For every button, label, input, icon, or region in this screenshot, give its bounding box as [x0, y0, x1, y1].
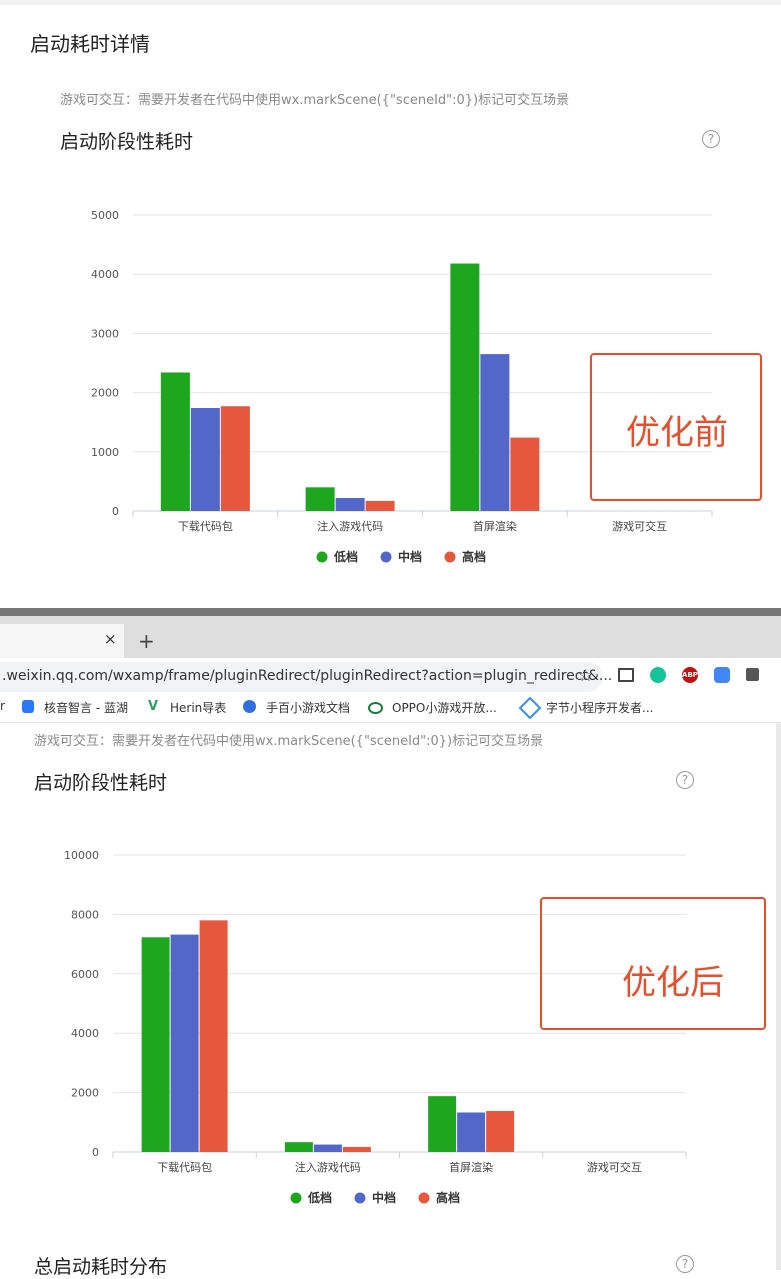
help-icon[interactable]: ? — [702, 130, 720, 148]
vue-icon: V — [148, 699, 159, 714]
section-title-2: 启动阶段性耗时 — [34, 772, 168, 794]
x-tick-label: 下载代码包 — [157, 1161, 212, 1174]
bookmark-partial[interactable]: r — [0, 699, 5, 713]
x-tick-label: 注入游戏代码 — [295, 1160, 361, 1174]
interactive-hint: 游戏可交互：需要开发者在代码中使用wx.markScene({"sceneId"… — [60, 93, 570, 108]
interactive-hint-2: 游戏可交互：需要开发者在代码中使用wx.markScene({"sceneId"… — [34, 734, 544, 749]
x-tick-label: 首屏渲染 — [473, 519, 517, 533]
next-section-title: 总启动耗时分布 — [34, 1256, 168, 1278]
top-border — [0, 0, 781, 5]
bookmark-lanhu[interactable]: 核音智言 - 蓝湖 — [44, 699, 128, 716]
puzzle-icon[interactable] — [746, 668, 759, 681]
bar — [342, 1146, 371, 1152]
url-text: .weixin.qq.com/wxamp/frame/pluginRedirec… — [2, 668, 613, 684]
bar — [305, 487, 335, 511]
legend-marker — [290, 1192, 302, 1204]
x-tick-label: 注入游戏代码 — [317, 519, 383, 533]
bar — [428, 1096, 457, 1152]
bar — [284, 1142, 313, 1152]
bookmark-herin[interactable]: Herin导表 — [170, 699, 226, 716]
bar — [486, 1111, 515, 1152]
y-tick-label: 1000 — [91, 446, 119, 459]
bar — [335, 497, 365, 511]
bar — [199, 920, 228, 1152]
x-tick-label: 下载代码包 — [178, 520, 233, 533]
y-tick-label: 2000 — [71, 1087, 99, 1100]
legend-marker — [418, 1192, 430, 1204]
x-tick-label: 首屏渲染 — [449, 1160, 493, 1174]
bookmark-bytedance[interactable]: 字节小程序开发者... — [546, 699, 653, 716]
translate-icon[interactable] — [714, 667, 730, 683]
bar — [450, 263, 480, 511]
y-tick-label: 2000 — [91, 387, 119, 400]
oppo-icon — [368, 702, 383, 714]
bar — [457, 1112, 486, 1152]
y-tick-label: 5000 — [91, 209, 119, 222]
bar — [313, 1144, 342, 1152]
legend-marker — [354, 1192, 366, 1204]
star-icon[interactable]: ☆ — [578, 666, 593, 686]
tab-close-icon[interactable]: × — [104, 630, 117, 648]
y-tick-label: 4000 — [91, 268, 119, 281]
grammarly-icon[interactable] — [650, 667, 666, 683]
bar — [480, 354, 510, 511]
panel-title: 启动耗时详情 — [30, 32, 150, 56]
section-title: 启动阶段性耗时 — [60, 131, 194, 153]
y-tick-label: 10000 — [64, 849, 99, 862]
bookmark-oppo[interactable]: OPPO小游戏开放... — [392, 699, 497, 716]
legend-marker — [444, 551, 456, 563]
legend-label: 高档 — [436, 1190, 460, 1205]
bookmark-baidu-games[interactable]: 手百小游戏文档 — [266, 699, 350, 716]
legend-marker — [380, 551, 392, 563]
legend-label: 低档 — [333, 549, 358, 564]
legend-label: 中档 — [372, 1190, 396, 1205]
bar — [220, 406, 250, 511]
bar — [160, 372, 190, 511]
screenshot-icon[interactable] — [618, 668, 634, 682]
y-tick-label: 0 — [112, 505, 119, 518]
bar — [510, 437, 540, 511]
help-icon-2[interactable]: ? — [676, 771, 694, 789]
baidu-icon — [243, 700, 256, 713]
y-tick-label: 4000 — [71, 1027, 99, 1040]
legend-label: 低档 — [307, 1190, 332, 1205]
bar — [365, 500, 395, 511]
separator — [0, 608, 781, 616]
adblock-icon[interactable]: ABP — [682, 667, 698, 683]
legend-label: 高档 — [462, 549, 486, 564]
bar — [141, 937, 170, 1152]
lanhu-icon — [22, 700, 34, 713]
annotation-before: 优化前 — [626, 413, 728, 453]
y-tick-label: 3000 — [91, 327, 119, 340]
bar — [170, 934, 199, 1152]
legend-marker — [316, 551, 328, 563]
bar — [190, 407, 220, 511]
x-tick-label: 游戏可交互 — [587, 1160, 642, 1174]
y-tick-label: 8000 — [71, 908, 99, 921]
new-tab-button[interactable]: + — [138, 629, 155, 653]
legend-label: 中档 — [398, 549, 422, 564]
x-tick-label: 游戏可交互 — [612, 519, 667, 533]
help-icon-3[interactable]: ? — [676, 1255, 694, 1273]
y-tick-label: 6000 — [71, 968, 99, 981]
y-tick-label: 0 — [92, 1146, 99, 1159]
annotation-after: 优化后 — [622, 963, 724, 1003]
